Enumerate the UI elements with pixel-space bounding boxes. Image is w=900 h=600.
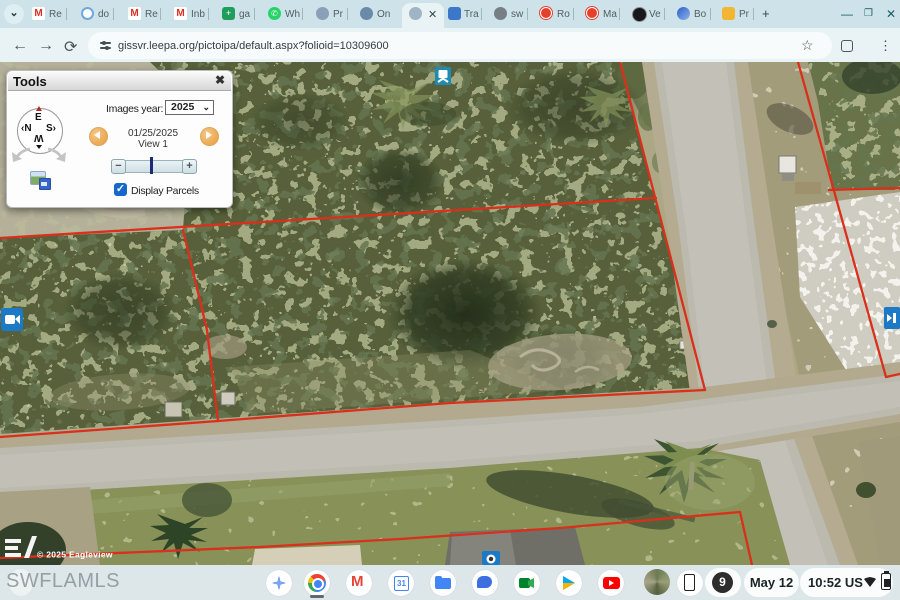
- svg-text:© 2025 Eagleview: © 2025 Eagleview: [37, 550, 113, 560]
